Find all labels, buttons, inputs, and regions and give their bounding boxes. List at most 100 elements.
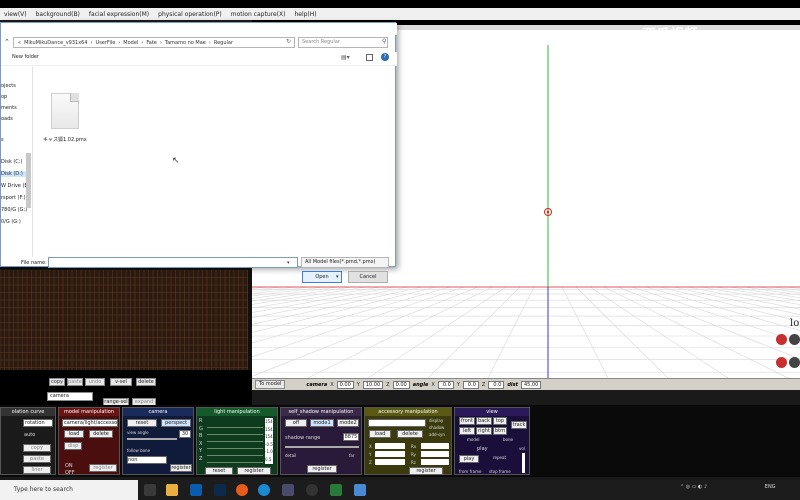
camera-x-field[interactable]: 0.00 — [336, 380, 354, 389]
model-register-button[interactable]: register — [89, 464, 117, 472]
taskbar-search[interactable]: Type here to search — [0, 480, 138, 500]
accessory-delete-button[interactable]: delete — [397, 430, 423, 438]
camera-y-field[interactable]: 10.00 — [362, 380, 384, 389]
nav-item-downloads[interactable]: oads — [1, 116, 13, 122]
file-name-dropdown-icon[interactable]: ▾ — [287, 260, 290, 266]
view-front-button[interactable]: front — [459, 417, 475, 425]
photoshop-icon[interactable] — [214, 484, 226, 496]
game-icon[interactable] — [330, 484, 342, 496]
nav-item-drive-g[interactable]: 780/G (G:) — [1, 207, 27, 213]
bone-checkbox[interactable]: bone — [503, 437, 513, 442]
interp-liner-button[interactable]: liner — [23, 466, 51, 474]
shadow-range-field[interactable]: 8875 — [343, 433, 359, 441]
view-left-button[interactable]: left — [459, 427, 475, 435]
shadow-off-button[interactable]: off — [285, 419, 307, 427]
display-checkbox[interactable]: display — [429, 417, 445, 424]
skype-icon[interactable] — [258, 484, 270, 496]
mmd-icon[interactable] — [354, 484, 366, 496]
light-y-value[interactable]: -1.0 — [265, 448, 273, 456]
view-angle-slider[interactable] — [127, 438, 177, 440]
media-icon[interactable] — [282, 484, 294, 496]
preview-pane-icon[interactable] — [366, 54, 373, 61]
perspective-button[interactable]: perspect — [161, 419, 191, 427]
light-reset-button[interactable]: reset — [205, 467, 233, 475]
view-options-icon[interactable]: ▤▾ — [341, 54, 350, 61]
accessory-load-button[interactable]: load — [369, 430, 391, 438]
interp-select[interactable]: rotation — [23, 419, 53, 427]
help-icon[interactable]: ? — [381, 53, 389, 61]
menu-motion-capture[interactable]: motion capture(X) — [231, 11, 286, 18]
interp-copy-button[interactable]: copy — [23, 444, 51, 452]
track-button[interactable]: track — [511, 421, 527, 429]
search-input[interactable]: Search Regular — [298, 37, 388, 48]
address-overflow[interactable]: « — [18, 40, 21, 46]
menu-background[interactable]: background(B) — [36, 11, 80, 18]
move-icon-2[interactable] — [789, 357, 800, 368]
off-radio[interactable]: OFF — [65, 470, 75, 476]
follow-bone-select[interactable]: non — [127, 456, 167, 464]
light-z-value[interactable]: 0.5 — [265, 455, 273, 464]
nav-item-s[interactable]: s — [1, 137, 4, 143]
menu-facial-expression[interactable]: facial expression(M) — [89, 11, 149, 18]
model-select[interactable]: camera/light/accesso — [62, 419, 118, 427]
nav-item-drive-e[interactable]: W Drive (E — [1, 183, 28, 189]
breadcrumb-tamamo[interactable]: Tamamo no Mae — [165, 40, 206, 46]
light-x-value[interactable]: -0.5 — [265, 440, 273, 449]
nav-item-disk-d[interactable]: Disk (D:) — [1, 171, 27, 177]
rotate-icon-2[interactable] — [776, 357, 787, 368]
breadcrumb-fate[interactable]: Fate — [146, 40, 157, 46]
menu-physical-operation[interactable]: physical operation(P) — [158, 11, 222, 18]
angle-x-field[interactable]: 0.0 — [437, 380, 454, 389]
delete-button[interactable]: delete — [136, 378, 156, 386]
camera-register-button[interactable]: register — [170, 464, 192, 472]
refresh-icon[interactable]: ↻ — [286, 38, 291, 45]
nav-item-drive-f[interactable]: rsport (F:) — [1, 195, 26, 201]
address-bar[interactable]: « MikuMikuDance_v931x64 › UserFile › Mod… — [13, 37, 295, 48]
menu-view[interactable]: view(V) — [4, 11, 27, 18]
disp-button[interactable]: disp — [64, 442, 82, 450]
paste-button[interactable]: paste — [67, 378, 83, 386]
view-top-button[interactable]: top — [493, 417, 507, 425]
nav-item-disk-c[interactable]: Disk (C:) — [1, 159, 22, 165]
accessory-pos-fields[interactable] — [375, 443, 405, 467]
pmx-file-icon[interactable] — [51, 93, 79, 129]
breadcrumb-mmd[interactable]: MikuMikuDance_v931x64 — [24, 40, 87, 46]
to-model-button[interactable]: To model — [255, 380, 286, 389]
play-button[interactable]: play — [459, 455, 479, 463]
repeat-checkbox[interactable]: repeat — [493, 455, 506, 460]
volume-slider[interactable] — [522, 453, 525, 473]
nav-item-documents[interactable]: ments — [1, 105, 17, 111]
accessory-select[interactable] — [368, 419, 426, 427]
nav-item-drive-g2[interactable]: 0/G (G:) — [1, 219, 21, 225]
shadow-mode2-button[interactable]: mode2 — [337, 419, 359, 427]
add-syn-checkbox[interactable]: add-syn — [429, 431, 445, 438]
language-indicator[interactable]: ENG — [765, 484, 776, 490]
camera-select[interactable]: camera — [47, 392, 93, 401]
shadow-checkbox[interactable]: shadow — [429, 424, 445, 431]
cancel-button[interactable]: Cancel — [348, 271, 388, 283]
angle-z-field[interactable]: 0.0 — [488, 380, 505, 389]
camera-z-field[interactable]: 0.00 — [392, 380, 410, 389]
dialog-scroll-up-icon[interactable]: ⌃ — [4, 38, 10, 46]
breadcrumb-userfile[interactable]: UserFile — [96, 40, 116, 46]
accessory-rot-fields[interactable] — [421, 443, 449, 467]
angle-y-field[interactable]: 0.0 — [462, 380, 479, 389]
light-register-button[interactable]: register — [237, 467, 271, 475]
breadcrumb-regular[interactable]: Regular — [214, 40, 233, 46]
nav-item-desktop[interactable]: op — [1, 94, 7, 100]
steam-icon[interactable] — [306, 484, 318, 496]
nav-item-objects[interactable]: ojects — [1, 83, 16, 89]
view-back-button[interactable]: back — [476, 417, 492, 425]
model-delete-button[interactable]: delete — [89, 430, 113, 438]
shadow-range-slider[interactable] — [285, 446, 359, 448]
tray-icons[interactable]: ⌃ ◎ ▭ ◐ ♪ — [680, 484, 707, 490]
firefox-icon[interactable] — [236, 484, 248, 496]
move-icon[interactable] — [789, 334, 800, 345]
file-explorer-icon[interactable] — [166, 484, 178, 496]
copy-button[interactable]: copy — [49, 378, 65, 386]
file-item-name[interactable]: キャス狐1.02.pmx — [43, 136, 87, 143]
light-r-value[interactable]: 154 — [265, 418, 273, 426]
on-radio[interactable]: ON — [65, 463, 73, 469]
light-b-value[interactable]: 154 — [265, 433, 273, 441]
interp-paste-button[interactable]: paste — [23, 455, 51, 463]
